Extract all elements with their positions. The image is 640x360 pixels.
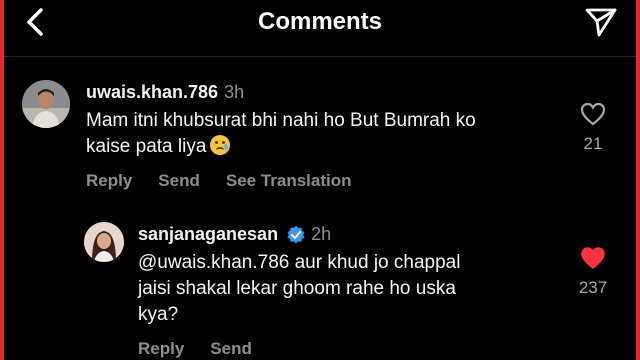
crying-face-emoji-icon: [210, 135, 231, 155]
heart-filled-icon[interactable]: [580, 246, 606, 270]
comment-username[interactable]: uwais.khan.786 3h: [86, 82, 244, 103]
reply-text: @uwais.khan.786 aur khud jo chappal jais…: [138, 250, 460, 328]
username-text[interactable]: sanjanaganesan: [138, 224, 278, 244]
username-text[interactable]: uwais.khan.786: [86, 82, 218, 102]
like-control[interactable]: 21: [578, 102, 608, 154]
comment-timestamp: 3h: [224, 82, 245, 102]
like-count: 237: [578, 278, 608, 297]
comment-line: kya?: [138, 304, 179, 325]
send-button[interactable]: Send: [158, 171, 200, 190]
header-divider: [0, 56, 640, 57]
send-button[interactable]: Send: [210, 339, 252, 358]
avatar[interactable]: [22, 80, 70, 128]
comment-line: @uwais.khan.786 aur khud jo chappal: [138, 252, 461, 273]
user-photo-icon: [84, 222, 124, 262]
comment-actions: Reply Send See Translation: [86, 171, 378, 191]
share-button[interactable]: [584, 6, 618, 38]
reply-username[interactable]: sanjanaganesan 2h: [138, 224, 331, 245]
avatar[interactable]: [84, 222, 124, 262]
like-count: 21: [583, 134, 603, 153]
reply-timestamp: 2h: [311, 224, 332, 244]
reply-actions: Reply Send: [138, 339, 278, 359]
comment-line: kaise pata liya: [86, 136, 207, 157]
page-title: Comments: [257, 8, 383, 35]
heart-outline-icon[interactable]: [580, 102, 606, 126]
comment-line: jaisi shakal lekar ghoom rahe ho uska: [138, 278, 456, 299]
verified-badge-icon: [287, 226, 305, 244]
user-photo-icon: [22, 80, 70, 128]
send-icon: [585, 8, 617, 37]
reply-button[interactable]: Reply: [86, 171, 132, 190]
see-translation-button[interactable]: See Translation: [226, 171, 352, 190]
header-bar: Comments: [0, 0, 640, 44]
comment-text: Mam itni khubsurat bhi nahi ho But Bumra…: [86, 108, 476, 160]
reply-button[interactable]: Reply: [138, 339, 184, 358]
comment-line: Mam itni khubsurat bhi nahi ho But Bumra…: [86, 110, 476, 131]
like-control[interactable]: 237: [576, 246, 610, 298]
